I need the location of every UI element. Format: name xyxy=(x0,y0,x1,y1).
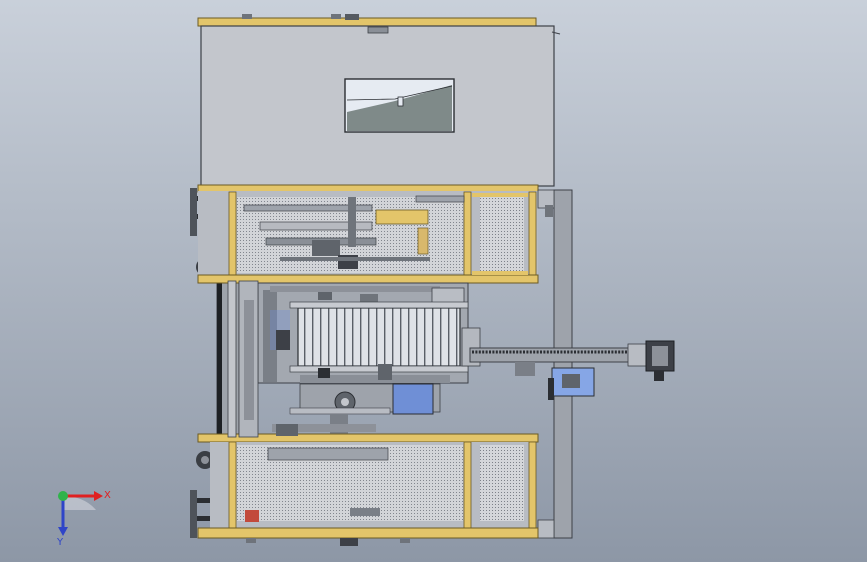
machine-drawing: X Y xyxy=(0,0,867,562)
processing-station xyxy=(257,282,481,384)
x-axis-label: X xyxy=(104,490,111,501)
roller-conveyor xyxy=(297,307,461,367)
upper-cabinet xyxy=(197,191,539,284)
cad-viewport[interactable]: X Y xyxy=(0,0,867,562)
viewing-window xyxy=(344,78,455,133)
top-rail xyxy=(197,17,537,27)
mesh-guard-lower-side xyxy=(480,445,524,521)
y-axis-label: Y xyxy=(56,537,64,548)
top-cover xyxy=(197,14,561,193)
lower-cabinet xyxy=(197,424,539,546)
mesh-guard-upper-side xyxy=(480,197,524,273)
